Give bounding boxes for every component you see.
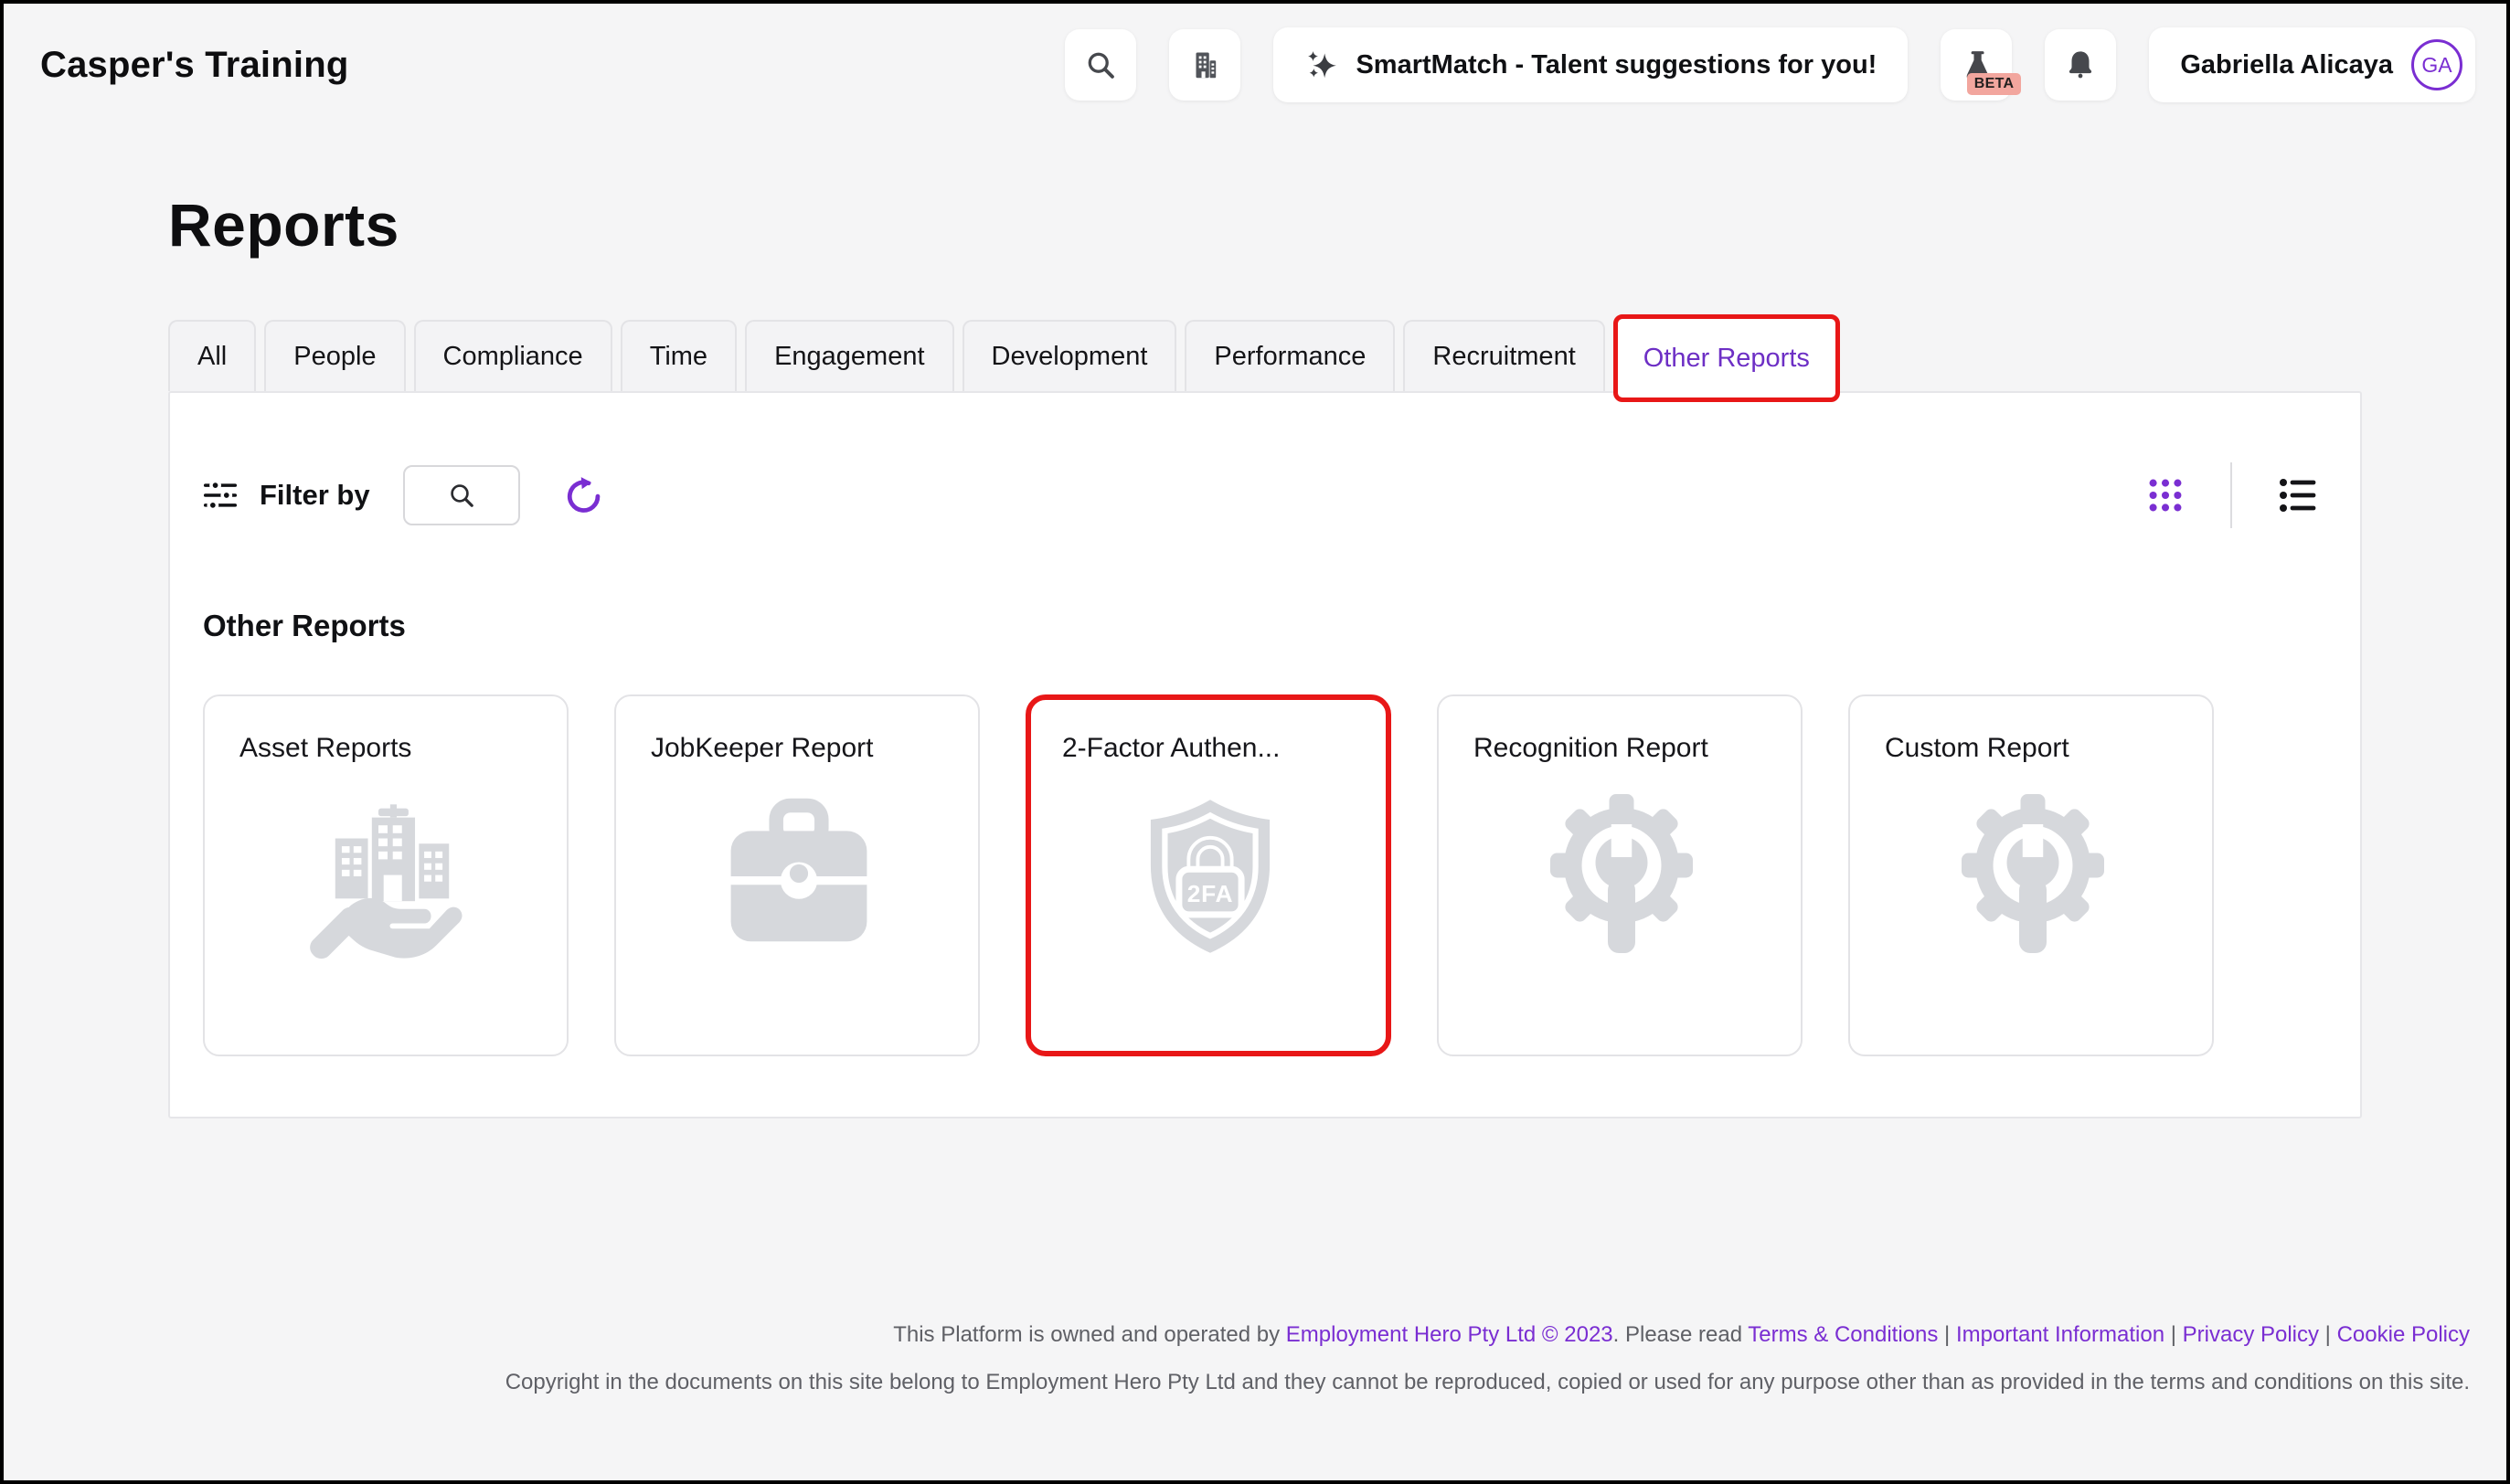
report-card-recognition-report[interactable]: Recognition Report [1437,694,1803,1056]
search-button[interactable] [1065,29,1136,101]
card-title: Recognition Report [1473,733,1770,764]
notifications-button[interactable] [2045,29,2116,101]
sliders-icon [203,478,238,513]
briefcase-icon [714,791,884,961]
footer-link-employment-hero-pty-ltd-2023[interactable]: Employment Hero Pty Ltd © 2023 [1286,1322,1613,1347]
tab-people[interactable]: People [264,320,405,391]
reset-filters-button[interactable] [562,473,606,517]
card-title: Custom Report [1885,733,2181,764]
smartmatch-label: SmartMatch - Talent suggestions for you! [1356,50,1877,80]
gear-wrench-icon [1948,791,2118,961]
gear-wrench-icon [1537,791,1707,961]
footer-text: This Platform is owned and operated by [893,1322,1286,1347]
filter-toolbar: Filter by [170,393,2360,528]
refresh-icon [563,474,605,516]
report-card-asset-reports[interactable]: Asset Reports [203,694,569,1056]
sparkle-icon [1304,48,1339,82]
app-title: Casper's Training [40,45,348,86]
search-icon [447,481,476,510]
buildings-in-hand-icon [303,791,473,961]
search-icon [1084,48,1117,81]
footer-line2: Copyright in the documents on this site … [40,1369,2470,1396]
user-name: Gabriella Alicaya [2180,50,2393,80]
tab-other-reports[interactable]: Other Reports [1613,314,1840,402]
report-card-2-factor-authen[interactable]: 2-Factor Authen... 2FA [1026,694,1391,1056]
building-icon [1187,48,1222,82]
footer-link-privacy-policy[interactable]: Privacy Policy [2183,1322,2319,1347]
page-title: Reports [168,190,2506,260]
footer-text: | [2164,1322,2183,1347]
tab-engagement[interactable]: Engagement [745,320,953,391]
tab-performance[interactable]: Performance [1185,320,1395,391]
footer-text: | [2319,1322,2337,1347]
filter-by-button[interactable]: Filter by [203,478,370,513]
smartmatch-button[interactable]: SmartMatch - Talent suggestions for you! [1273,27,1908,102]
bell-icon [2063,48,2098,82]
card-title: 2-Factor Authen... [1062,733,1358,764]
footer-text: . Please read [1613,1322,1749,1347]
tab-development[interactable]: Development [963,320,1177,391]
divider [2230,462,2232,528]
user-menu-button[interactable]: Gabriella Alicaya GA [2149,27,2475,102]
footer-link-terms-conditions[interactable]: Terms & Conditions [1748,1322,1938,1347]
tab-recruitment[interactable]: Recruitment [1403,320,1604,391]
footer-text: | [1938,1322,1956,1347]
view-toggle [2143,462,2320,528]
report-card-jobkeeper-report[interactable]: JobKeeper Report [614,694,980,1056]
card-title: JobKeeper Report [651,733,947,764]
filter-by-label: Filter by [260,479,370,512]
report-card-custom-report[interactable]: Custom Report [1848,694,2214,1056]
app-window: Casper's Training [0,0,2510,1484]
beta-badge: BETA [1967,73,2022,95]
card-title: Asset Reports [239,733,536,764]
grid-view-icon [2144,474,2186,516]
svg-text:2FA: 2FA [1187,880,1234,907]
tab-all[interactable]: All [168,320,256,391]
header-actions: SmartMatch - Talent suggestions for you!… [1065,27,2475,102]
report-cards: Asset Reports JobKeeper Report [203,694,2327,1056]
grid-view-button[interactable] [2143,472,2188,518]
tabs: AllPeopleComplianceTimeEngagementDevelop… [168,314,2506,391]
footer-link-cookie-policy[interactable]: Cookie Policy [2337,1322,2470,1347]
avatar: GA [2411,39,2462,90]
tab-compliance[interactable]: Compliance [414,320,612,391]
search-input[interactable] [403,465,520,525]
company-switcher-button[interactable] [1169,29,1240,101]
tab-time[interactable]: Time [621,320,737,391]
list-view-button[interactable] [2274,472,2320,518]
footer-link-important-information[interactable]: Important Information [1956,1322,2164,1347]
top-bar: Casper's Training [4,4,2506,102]
reports-panel: Filter by [168,391,2362,1118]
labs-beta-button[interactable]: BETA [1941,29,2012,101]
2fa-shield-icon: 2FA [1125,791,1295,961]
section-heading: Other Reports [203,609,2360,643]
list-view-icon [2275,473,2319,517]
footer: This Platform is owned and operated by E… [40,1321,2470,1416]
footer-line1: This Platform is owned and operated by E… [40,1321,2470,1349]
